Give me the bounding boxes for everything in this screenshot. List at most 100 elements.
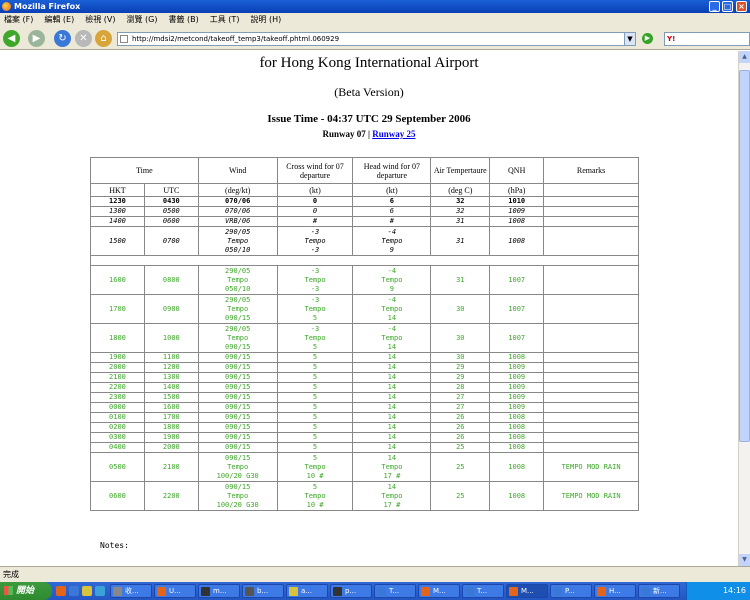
cell-head: 14 <box>352 422 432 433</box>
cell-utc: 1200 <box>143 362 199 373</box>
separator-cell <box>90 255 639 266</box>
vertical-scrollbar[interactable]: ▲ ▼ <box>738 51 750 566</box>
cell-head: 14 <box>352 442 432 453</box>
taskbar-app-icon <box>113 587 122 596</box>
cell-head: 14 <box>352 412 432 423</box>
taskbar-button[interactable]: b... <box>242 584 284 598</box>
menu-edit[interactable]: 編輯 (E) <box>44 13 74 27</box>
cell-temp: 30 <box>430 352 491 363</box>
table-row: 1700 0900 290/05 Tempo 090/15 -3 Tempo 5 -4 … <box>90 294 639 324</box>
taskbar-button-label: T... <box>477 587 488 595</box>
page-subtitle: (Beta Version) <box>334 85 404 99</box>
cell-cross: 5 <box>276 412 354 423</box>
menu-bookmarks[interactable]: 書籤 (B) <box>168 13 198 27</box>
taskbar-button[interactable]: P... <box>550 584 592 598</box>
reload-icon[interactable]: ↻ <box>54 30 71 47</box>
cell-temp: 25 <box>430 442 491 453</box>
taskbar-button[interactable]: a... <box>286 584 328 598</box>
cell-hkt: 1400 <box>90 216 145 227</box>
taskbar-button[interactable]: T... <box>462 584 504 598</box>
subheader-utc: UTC <box>143 183 199 197</box>
cell-utc: 1100 <box>143 352 199 363</box>
table-row: 1400 0600 VRB/06 # #31 1008 <box>90 216 639 227</box>
taskbar-button[interactable]: T... <box>374 584 416 598</box>
quicklaunch-ie-icon[interactable] <box>69 586 79 596</box>
stop-icon[interactable]: ✕ <box>75 30 92 47</box>
quicklaunch-app-icon[interactable] <box>95 586 105 596</box>
menu-file[interactable]: 檔案 (F) <box>4 13 33 27</box>
maximize-button[interactable]: □ <box>722 1 733 12</box>
quicklaunch-firefox-icon[interactable] <box>56 586 66 596</box>
taskbar-button[interactable]: M... <box>418 584 460 598</box>
close-button[interactable]: × <box>736 1 747 12</box>
cell-cross: 5 <box>276 432 354 443</box>
home-icon[interactable]: ⌂ <box>95 30 112 47</box>
cell-hkt: 1600 <box>90 265 145 295</box>
menu-tools[interactable]: 工具 (T) <box>210 13 240 27</box>
cell-hkt: 0600 <box>90 481 145 511</box>
cell-wind: 090/15 <box>197 432 278 443</box>
cell-hkt: 0100 <box>90 412 145 423</box>
cell-hkt: 2000 <box>90 362 145 373</box>
scroll-down-icon[interactable]: ▼ <box>739 554 750 566</box>
url-dropdown-icon[interactable]: ▼ <box>624 33 635 45</box>
menu-go[interactable]: 瀏覽 (G) <box>127 13 158 27</box>
taskbar-button[interactable]: U... <box>154 584 196 598</box>
cell-cross: 5 <box>276 392 354 403</box>
cell-wind: 290/05 Tempo 050/10 <box>197 226 278 256</box>
navigation-toolbar: ◀ ▶ ↻ ✕ ⌂ http://mdsi2/metcond/takeoff_t… <box>0 27 750 50</box>
cell-rem <box>543 216 639 227</box>
cell-temp: 32 <box>430 196 491 207</box>
taskbar-button[interactable]: 收... <box>110 584 152 598</box>
forward-icon[interactable]: ▶ <box>28 30 45 47</box>
cell-rem <box>543 382 639 393</box>
runway-25-link[interactable]: Runway 25 <box>372 129 415 139</box>
cell-qnh: 1009 <box>489 206 545 217</box>
taskbar-button-label: T... <box>389 587 400 595</box>
taskbar-button[interactable]: m... <box>198 584 240 598</box>
taskbar-button[interactable]: p... <box>330 584 372 598</box>
cell-head: 14 <box>352 352 432 363</box>
taskbar-button[interactable]: M... <box>506 584 548 598</box>
cell-head: -4 Tempo 9 <box>352 226 432 256</box>
taskbar-button[interactable]: 新... <box>638 584 680 598</box>
table-row: 1230 0430 070/06 0 6 32 1010 <box>90 196 639 207</box>
taskbar-button-label: H... <box>609 587 621 595</box>
menu-view[interactable]: 檢視 (V) <box>85 13 115 27</box>
start-button[interactable]: 開始 <box>0 582 52 600</box>
taskbar-app-icon <box>245 587 254 596</box>
cell-wind: 090/15 <box>197 412 278 423</box>
cell-qnh: 1008 <box>489 352 545 363</box>
cell-qnh: 1008 <box>489 216 545 227</box>
cell-temp: 31 <box>430 216 491 227</box>
cell-wind: 090/15 <box>197 422 278 433</box>
cell-qnh: 1008 <box>489 412 545 423</box>
cell-utc: 0430 <box>143 196 199 207</box>
search-box[interactable]: Y! <box>664 32 750 46</box>
back-icon[interactable]: ◀ <box>3 30 20 47</box>
scroll-thumb[interactable] <box>739 70 750 442</box>
minimize-button[interactable]: _ <box>709 1 720 12</box>
cell-cross: -3 Tempo 5 <box>276 294 354 324</box>
browser-window: Mozilla Firefox _ □ × 檔案 (F) 編輯 (E) 檢視 (… <box>0 0 750 600</box>
cell-hkt: 1230 <box>90 196 145 207</box>
quicklaunch-desktop-icon[interactable] <box>82 586 92 596</box>
subheader-hkt: HKT <box>90 183 145 197</box>
taskbar-button[interactable]: H... <box>594 584 636 598</box>
table-row: 0100 1700 090/15 5 14 26 1008 <box>90 412 639 423</box>
cell-utc: 2000 <box>143 442 199 453</box>
subheader-remarks <box>543 183 639 197</box>
cell-hkt: 1800 <box>90 323 145 353</box>
cell-wind: 090/15 Tempo 100/20 G30 <box>197 452 278 482</box>
menu-help[interactable]: 說明 (H) <box>250 13 281 27</box>
cell-head: -4 Tempo 9 <box>352 265 432 295</box>
go-icon[interactable]: ▶ <box>642 33 653 44</box>
cell-wind: 090/15 <box>197 402 278 413</box>
yahoo-search-icon: Y! <box>667 35 676 43</box>
cell-cross: 5 <box>276 442 354 453</box>
cell-qnh: 1009 <box>489 392 545 403</box>
cell-temp: 27 <box>430 392 491 403</box>
url-bar[interactable]: http://mdsi2/metcond/takeoff_temp3/takeo… <box>117 32 636 46</box>
scroll-up-icon[interactable]: ▲ <box>739 51 750 63</box>
cell-temp: 32 <box>430 206 491 217</box>
